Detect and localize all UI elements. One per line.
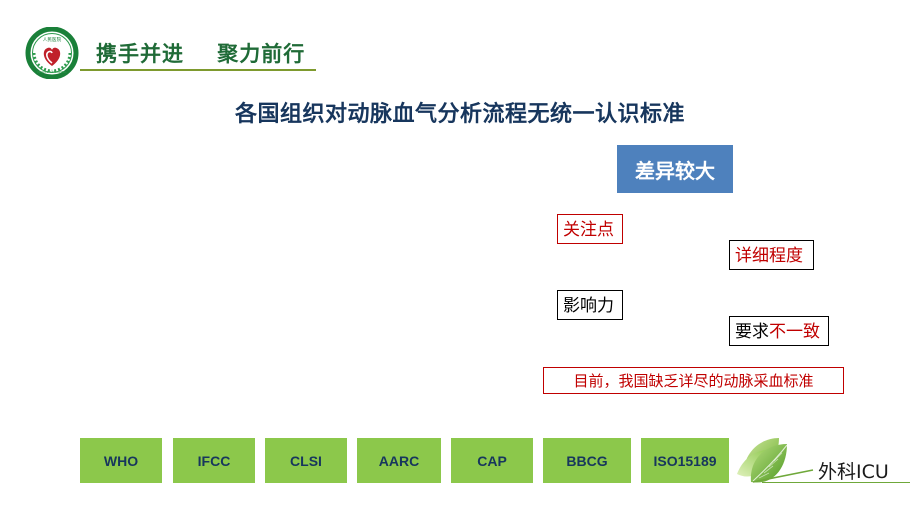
org-chip-bbcg[interactable]: BBCG xyxy=(543,438,631,483)
org-chip-iso15189[interactable]: ISO15189 xyxy=(641,438,729,483)
svg-text:人民医院: 人民医院 xyxy=(43,36,62,43)
textbox-impact: 影响力 xyxy=(557,290,623,320)
textbox-detail-level: 详细程度 xyxy=(729,240,814,270)
header-slogan: 携手并进 聚力前行 xyxy=(96,42,306,66)
footer-department-label: 外科ICU xyxy=(818,461,889,483)
org-chip-clsi[interactable]: CLSI xyxy=(265,438,347,483)
org-chip-ifcc[interactable]: IFCC xyxy=(173,438,255,483)
textbox-focus-point: 关注点 xyxy=(557,214,623,244)
org-chip-who[interactable]: WHO xyxy=(80,438,162,483)
green-leaf-icon xyxy=(735,432,830,494)
slide-canvas: 人民医院 PEOPLE'S HOSPITAL 携手并进 聚力前行 各国组织对动脉… xyxy=(0,0,920,517)
textbox-requirements-emphasis: 不一致 xyxy=(769,322,820,342)
org-chip-cap[interactable]: CAP xyxy=(451,438,533,483)
textbox-requirements-prefix: 要求 xyxy=(735,322,769,342)
svg-text:PEOPLE'S HOSPITAL: PEOPLE'S HOSPITAL xyxy=(37,70,67,74)
org-chip-aarc[interactable]: AARC xyxy=(357,438,441,483)
callout-variance: 差异较大 xyxy=(617,145,733,193)
header-divider xyxy=(80,69,316,71)
textbox-requirements: 要求不一致 xyxy=(729,316,829,346)
page-title: 各国组织对动脉血气分析流程无统一认识标准 xyxy=(234,102,685,127)
footer-divider xyxy=(762,482,910,483)
banner-no-national-standard: 目前，我国缺乏详尽的动脉采血标准 xyxy=(543,367,844,394)
hospital-emblem-icon: 人民医院 PEOPLE'S HOSPITAL xyxy=(22,26,82,80)
